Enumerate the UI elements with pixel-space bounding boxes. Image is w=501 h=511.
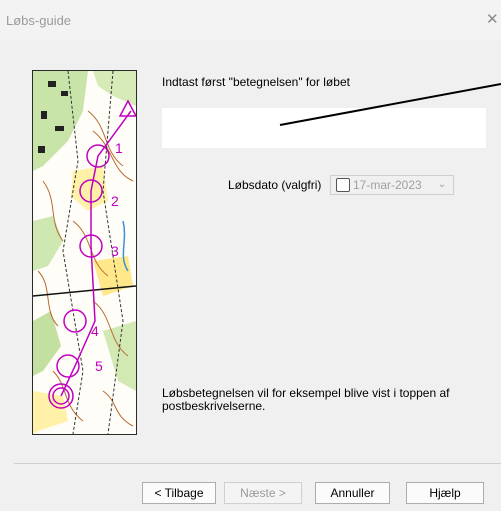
title-bar: Løbs-guide ✕ <box>0 0 501 40</box>
help-button[interactable]: Hjælp <box>406 482 484 504</box>
control-number: 4 <box>91 323 99 339</box>
date-value: 17-mar-2023 <box>353 178 422 192</box>
course-date-picker[interactable]: 17-mar-2023 ⌄ <box>330 175 454 195</box>
course-date-label: Løbsdato (valgfri) <box>228 178 322 192</box>
control-number: 5 <box>95 358 103 374</box>
course-name-prompt: Indtast først "betegnelsen" for løbet <box>162 75 350 89</box>
orienteering-map-icon: 1 2 3 4 5 <box>33 71 136 434</box>
cancel-button[interactable]: Annuller <box>315 482 390 504</box>
chevron-down-icon[interactable]: ⌄ <box>435 177 449 193</box>
control-number: 2 <box>111 193 119 209</box>
window-title: Løbs-guide <box>6 13 72 28</box>
course-wizard-window: Løbs-guide ✕ 1 2 3 4 5 Indtast først "be… <box>0 0 501 511</box>
close-icon[interactable]: ✕ <box>486 12 501 28</box>
course-name-input[interactable] <box>162 108 486 148</box>
divider <box>14 463 501 464</box>
map-preview-image: 1 2 3 4 5 <box>32 70 137 435</box>
date-enabled-checkbox[interactable] <box>336 178 350 192</box>
next-button[interactable]: Næste > <box>224 482 302 504</box>
control-number: 1 <box>115 140 123 156</box>
back-button[interactable]: < Tilbage <box>142 482 216 504</box>
control-number: 3 <box>111 243 119 259</box>
course-name-help-text: Løbsbetegnelsen vil for eksempel blive v… <box>162 386 450 413</box>
